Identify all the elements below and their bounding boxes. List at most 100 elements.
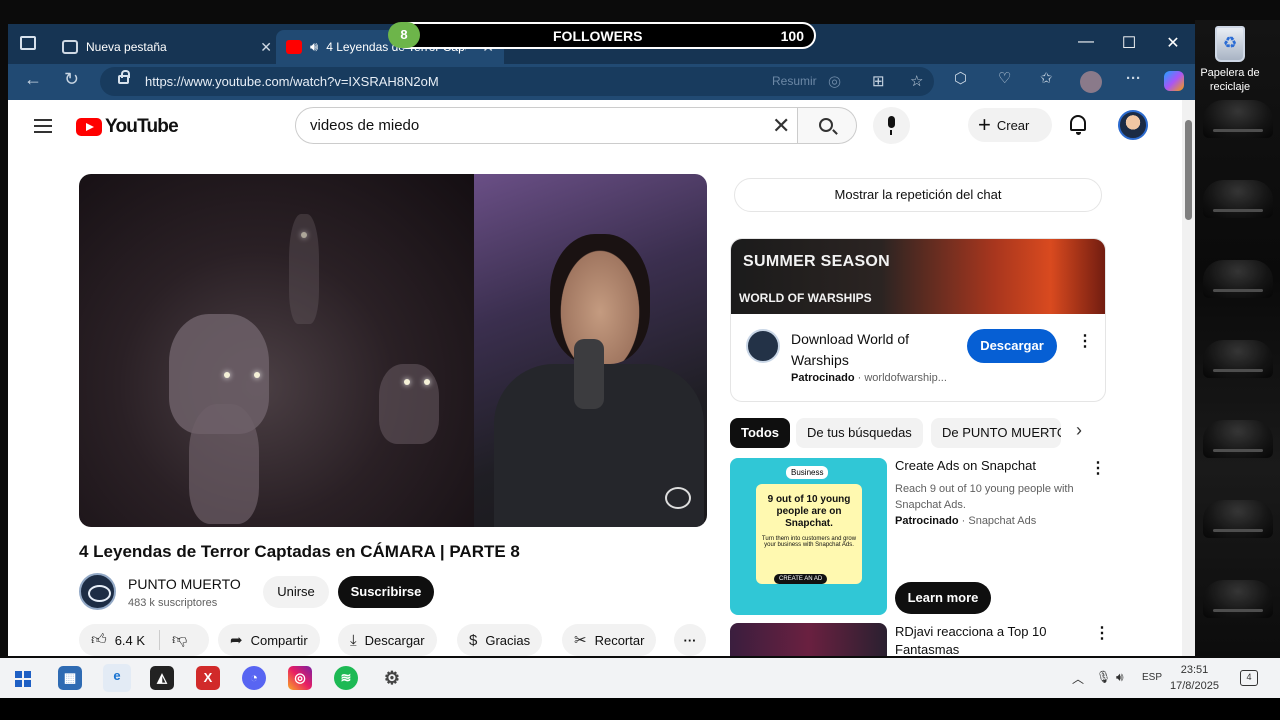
share-label: Compartir	[250, 632, 308, 648]
ad-title[interactable]: Create Ads on Snapchat	[895, 458, 1036, 473]
chevron-right-icon[interactable]: ›	[1076, 420, 1082, 441]
dislike-icon[interactable]: 👎︎	[172, 631, 187, 649]
profile-avatar[interactable]	[1080, 71, 1102, 93]
close-icon[interactable]: ✕	[260, 39, 272, 56]
discord-icon[interactable]: ◔	[242, 666, 266, 690]
clip-button[interactable]: ✂ Recortar	[562, 624, 657, 656]
favorite-star-icon[interactable]: ☆	[910, 74, 923, 90]
clear-search-icon[interactable]: ✕	[772, 113, 790, 139]
create-label: Crear	[996, 117, 1030, 133]
video-menu-icon[interactable]: ⋮	[1094, 626, 1110, 642]
recycle-bin-label: Papelera de reciclaje	[1200, 67, 1260, 93]
create-button[interactable]: + Crear	[968, 108, 1052, 142]
like-dislike-group: 👍︎ 6.4 K 👎︎	[79, 624, 209, 656]
thanks-button[interactable]: $ Gracias	[457, 624, 543, 656]
subscribe-button[interactable]: Suscribirse	[338, 576, 434, 608]
channel-avatar[interactable]	[79, 573, 116, 610]
video-player[interactable]	[79, 174, 707, 527]
capcut-icon[interactable]: ◭	[150, 666, 174, 690]
chip-all[interactable]: Todos	[730, 418, 791, 448]
copilot-summary-icon[interactable]: ◎	[828, 74, 841, 90]
glowing-eye	[424, 379, 430, 385]
more-options-icon[interactable]: ···	[1126, 71, 1141, 87]
notifications-bell-icon[interactable]	[1070, 115, 1086, 135]
volume-icon[interactable]: 🔊︎	[1116, 670, 1124, 685]
followers-label: FOLLOWERS	[553, 28, 643, 44]
like-icon[interactable]: 👍︎	[91, 631, 107, 649]
browser-window: Nueva pestaña ✕ 🔊︎ 4 Leyendas de Terror …	[8, 24, 1195, 656]
more-actions-icon[interactable]: ···	[674, 624, 706, 656]
account-avatar[interactable]	[1118, 110, 1148, 140]
learn-more-button[interactable]: Learn more	[895, 582, 991, 614]
tab-new-tab[interactable]: Nueva pestaña ✕	[52, 30, 282, 64]
spotify-icon[interactable]: ≋	[334, 666, 358, 690]
menu-icon[interactable]	[34, 119, 52, 137]
screen: ♻ Papelera de reciclaje Nueva pestaña ✕ …	[0, 0, 1280, 720]
ad-sponsor-line: Patrocinado · Snapchat Ads	[895, 515, 1037, 527]
ad-menu-icon[interactable]: ⋮	[1090, 461, 1106, 477]
advertiser-logo	[746, 329, 780, 363]
wallpaper-car	[1203, 580, 1273, 618]
chip-from-channel[interactable]: De PUNTO MUERTO	[931, 418, 1061, 448]
youtube-logo[interactable]: YouTube	[76, 116, 179, 138]
browser-essentials-icon[interactable]: ♡	[998, 71, 1011, 87]
sponsored-label: Patrocinado	[895, 515, 959, 527]
extensions-icon[interactable]: ⬡	[954, 71, 967, 87]
scrollbar-thumb[interactable]	[1185, 120, 1192, 220]
ad-title[interactable]: Download World of Warships	[791, 329, 961, 371]
glowing-eye	[404, 379, 410, 385]
speaker-icon[interactable]: 🔊︎	[310, 39, 318, 55]
clock-date: 17/8/2025	[1170, 680, 1219, 692]
share-icon: ➦	[230, 632, 243, 649]
video-thumbnail[interactable]	[730, 623, 887, 656]
app-install-icon[interactable]: ⊞	[872, 74, 885, 90]
url-field[interactable]: https://www.youtube.com/watch?v=IXSRAH8N…	[100, 67, 934, 96]
channel-name[interactable]: PUNTO MUERTO	[128, 576, 241, 592]
ad-banner: SUMMER SEASON WORLD OF WARSHIPS	[731, 239, 1105, 314]
recycle-bin[interactable]: ♻ Papelera de reciclaje	[1200, 26, 1260, 94]
search-button[interactable]	[798, 107, 857, 144]
chip-from-searches[interactable]: De tus búsquedas	[796, 418, 923, 448]
summarize-label[interactable]: Resumir	[772, 74, 817, 88]
url-text[interactable]: https://www.youtube.com/watch?v=IXSRAH8N…	[145, 74, 439, 89]
back-icon[interactable]: ←	[24, 70, 42, 88]
voice-search-button[interactable]	[873, 107, 910, 144]
like-count[interactable]: 6.4 K	[115, 633, 145, 648]
glowing-eye	[224, 372, 230, 378]
ad-domain: worldofwarship...	[864, 372, 947, 384]
x-app-icon[interactable]: X	[196, 666, 220, 690]
copilot-icon[interactable]	[1164, 71, 1184, 91]
close-window-icon[interactable]: ✕	[1158, 33, 1188, 53]
ad-download-button[interactable]: Descargar	[967, 329, 1057, 363]
minimize-icon[interactable]: —	[1071, 33, 1101, 51]
chevron-up-icon[interactable]: ︿	[1072, 670, 1084, 687]
store-icon[interactable]: ▦	[58, 666, 82, 690]
clock[interactable]: 23:51 17/8/2025	[1170, 662, 1219, 694]
instagram-icon[interactable]: ◎	[288, 666, 312, 690]
language-indicator[interactable]: ESP	[1142, 672, 1162, 683]
notification-center-icon[interactable]: 4	[1240, 670, 1258, 686]
download-button[interactable]: ⤓ Descargar	[338, 624, 437, 656]
microphone-tray-icon[interactable]: 🎙︎	[1096, 670, 1111, 684]
ad-menu-icon[interactable]: ⋮	[1077, 334, 1093, 350]
video-title[interactable]: RDjavi reacciona a Top 10 Fantasmas ESCA…	[895, 623, 1085, 656]
refresh-icon[interactable]: ↻	[64, 70, 79, 88]
deer-figure	[379, 364, 439, 444]
studio-microphone	[574, 339, 604, 409]
show-chat-replay-button[interactable]: Mostrar la repetición del chat	[734, 178, 1102, 212]
tab-actions-icon[interactable]	[20, 36, 36, 50]
snapchat-ad-thumbnail[interactable]: Business 9 out of 10 young people are on…	[730, 458, 887, 615]
thumb-headline: 9 out of 10 young people are on Snapchat…	[767, 494, 851, 529]
lock-icon[interactable]	[118, 70, 130, 84]
edge-browser-icon[interactable]: e	[103, 664, 131, 692]
ad-world-of-warships[interactable]: SUMMER SEASON WORLD OF WARSHIPS Download…	[730, 238, 1106, 402]
page-scrollbar[interactable]	[1182, 100, 1195, 656]
windows-start-icon[interactable]	[15, 671, 31, 687]
maximize-icon[interactable]: ☐	[1114, 33, 1144, 53]
youtube-page: YouTube ✕ + Crear	[8, 100, 1182, 656]
share-button[interactable]: ➦ Compartir	[218, 624, 320, 656]
search-input[interactable]	[310, 117, 750, 134]
settings-gear-icon[interactable]: ⚙	[380, 666, 404, 690]
join-button[interactable]: Unirse	[263, 576, 329, 608]
favorites-icon[interactable]: ✩	[1040, 71, 1053, 87]
